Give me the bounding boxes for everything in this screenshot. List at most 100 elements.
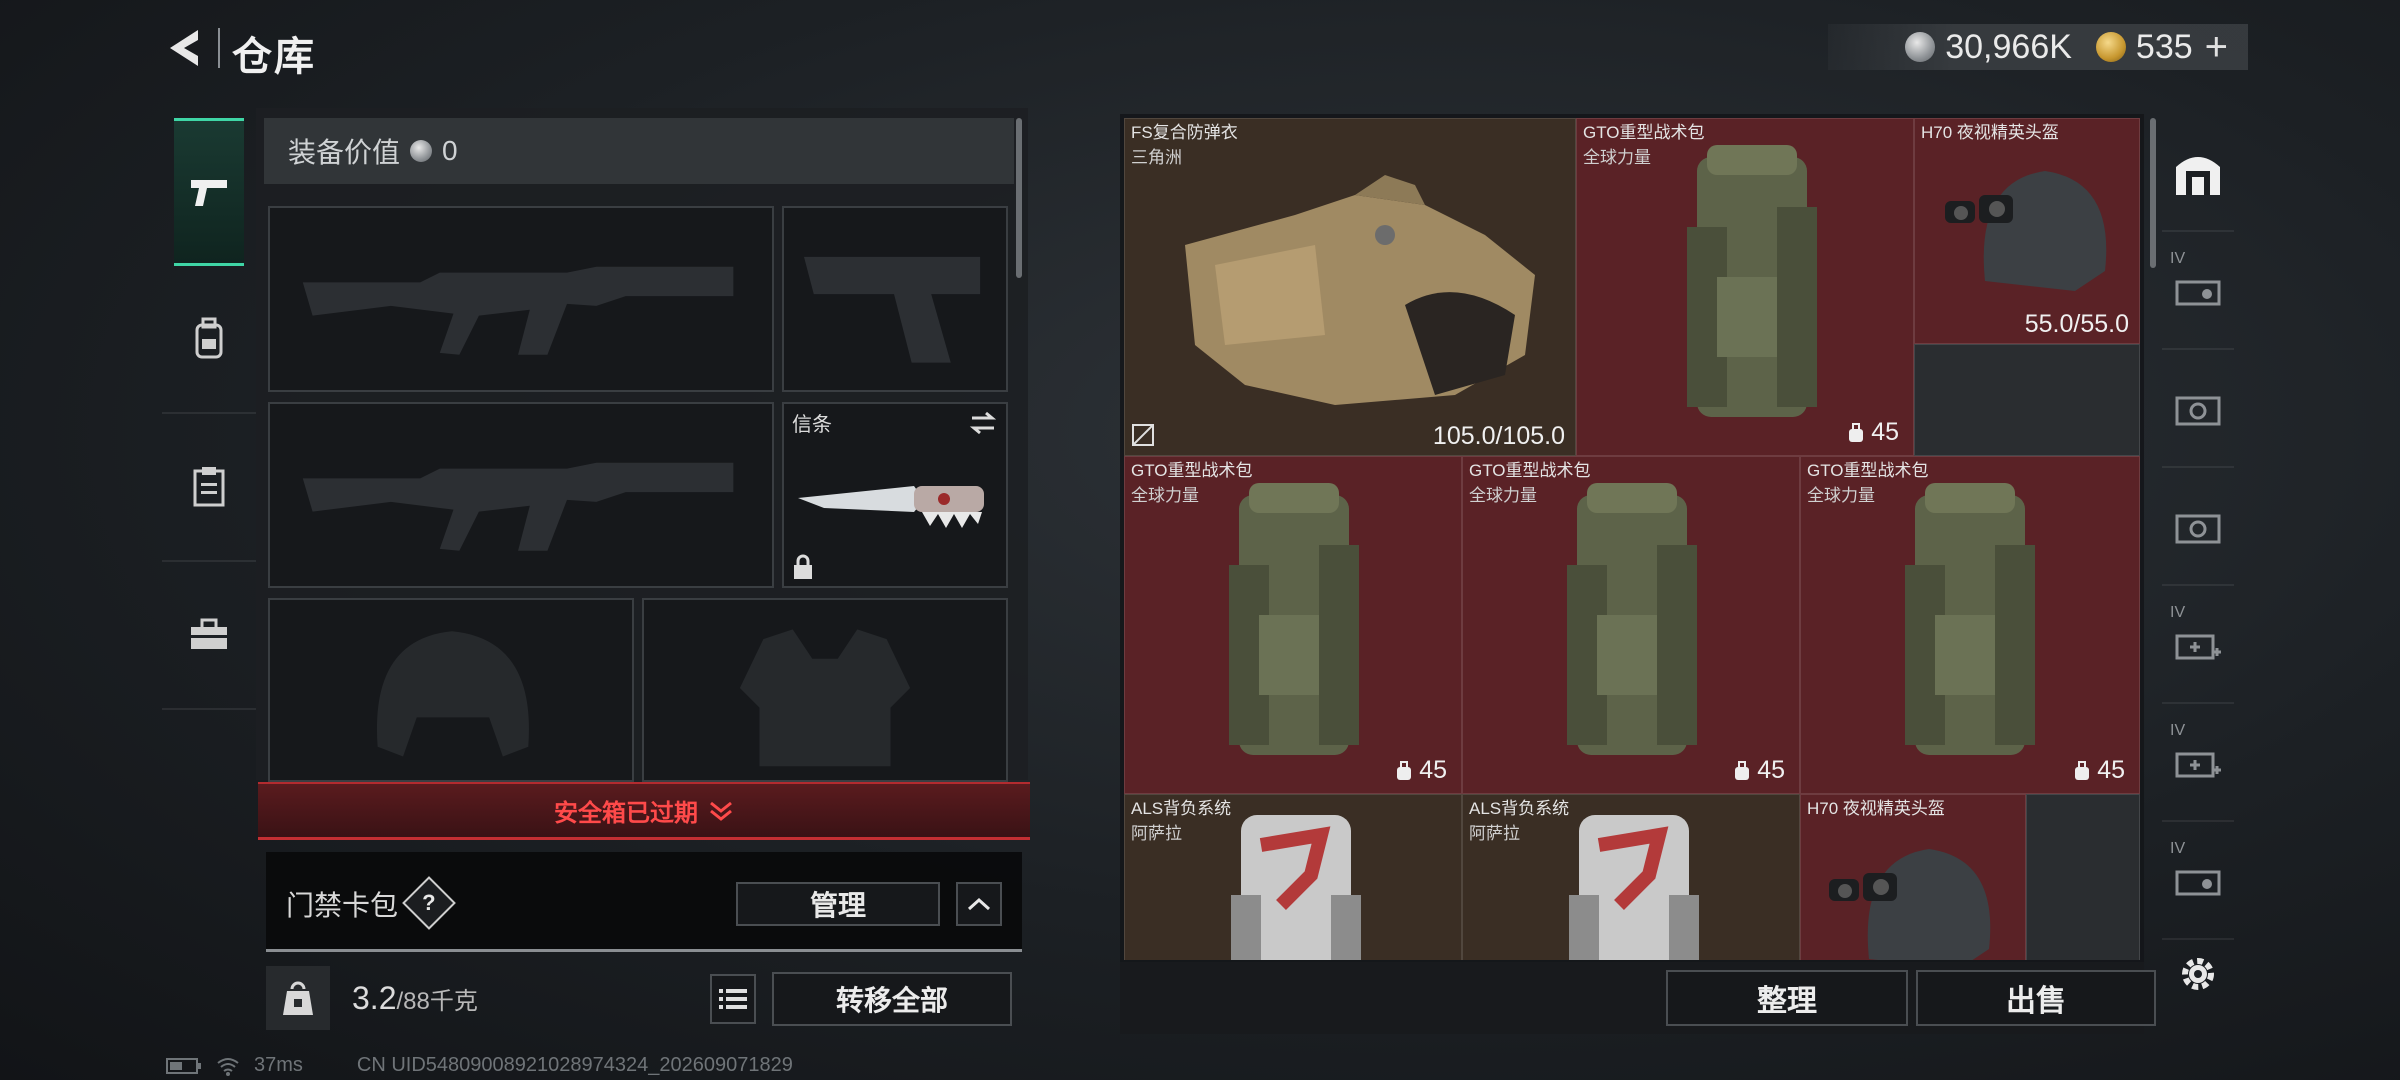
- stash-tab-4[interactable]: [2162, 468, 2234, 586]
- rifle-silhouette-icon: [302, 462, 734, 551]
- item-durability: 55.0/55.0: [2024, 310, 2129, 338]
- sort-button[interactable]: 整理: [1666, 970, 1908, 1026]
- item-name: ALS背负系统: [1469, 799, 1570, 818]
- tab-level-label: IV: [2170, 722, 2186, 739]
- item-durability: 105.0/105.0: [1432, 422, 1565, 450]
- helmet-silhouette-icon: [376, 631, 529, 757]
- keycard-label: 门禁卡包: [286, 890, 399, 921]
- silver-amount: 30,966K: [1945, 27, 2072, 66]
- stash-item-carrier[interactable]: ALS背负系统 阿萨拉: [1124, 794, 1462, 960]
- title-divider: [218, 28, 220, 68]
- stash-grid: FS复合防弹衣 三角洲 105.0/105.0 GTO重型战术包 全球力量 45: [1124, 118, 2140, 960]
- bag-capacity-icon: [1735, 760, 1750, 780]
- carry-weight: 3.2/88千克: [352, 980, 478, 1017]
- medical-tab-icon: [2175, 752, 2221, 778]
- equip-value: 0: [442, 135, 458, 166]
- stash-item-backpack[interactable]: GTO重型战术包 全球力量 45: [1462, 456, 1800, 794]
- pistol-slot[interactable]: [782, 206, 1008, 392]
- back-button[interactable]: [160, 22, 208, 74]
- stash-tab-6[interactable]: IV: [2162, 704, 2234, 822]
- tab-toolbox[interactable]: [162, 562, 256, 710]
- settings-button[interactable]: [2174, 950, 2222, 998]
- empty-cell[interactable]: [1914, 344, 2140, 456]
- item-sub: 全球力量: [1807, 486, 1875, 505]
- chevron-down-icon: [710, 801, 732, 821]
- currency-bar: 30,966K 535 +: [1828, 24, 2248, 70]
- secondary-weapon-slot[interactable]: [268, 402, 774, 588]
- bag-capacity-icon: [1849, 422, 1864, 442]
- body-armor-icon: [1185, 175, 1535, 405]
- melee-slot[interactable]: 信条: [782, 402, 1008, 588]
- stash-tab-icon: [2175, 870, 2221, 896]
- item-capacity: 45: [1395, 756, 1447, 785]
- item-name: H70 夜视精英头盔: [1807, 799, 1945, 818]
- backpack-icon: [1567, 483, 1697, 755]
- loadout-scrollbar[interactable]: [1016, 118, 1022, 278]
- stash-item-helmet[interactable]: H70 夜视精英头盔 55.0/55.0: [1914, 118, 2140, 344]
- secure-container-expired-bar[interactable]: 安全箱已过期: [258, 782, 1030, 840]
- stash-item-armor[interactable]: FS复合防弹衣 三角洲 105.0/105.0: [1124, 118, 1576, 456]
- stash-tab-bar: IV IV IV IV: [2162, 114, 2234, 1034]
- stash-tab-icon: [2175, 280, 2221, 306]
- ping-value: 37ms: [254, 1054, 303, 1076]
- tab-clipboard[interactable]: [162, 414, 256, 562]
- item-name: FS复合防弹衣: [1131, 123, 1238, 142]
- item-sub: 阿萨拉: [1131, 824, 1182, 843]
- list-icon: [719, 989, 747, 1009]
- toolbox-icon: [191, 618, 227, 649]
- helmet-icon: [1945, 171, 2107, 291]
- gear-icon: [2182, 958, 2214, 990]
- empty-cell[interactable]: [2026, 794, 2140, 960]
- gold-amount: 535: [2135, 27, 2193, 66]
- bag-capacity-icon: [1397, 760, 1412, 780]
- stash-item-carrier[interactable]: ALS背负系统 阿萨拉: [1462, 794, 1800, 960]
- manage-button[interactable]: 管理: [736, 882, 940, 926]
- item-sub: 全球力量: [1131, 486, 1199, 505]
- silver-coin-icon: [1905, 32, 1936, 62]
- item-name: ALS背负系统: [1131, 799, 1232, 818]
- knife-icon: [798, 486, 984, 528]
- camera-tab-icon: [2175, 514, 2221, 544]
- primary-weapon-slot[interactable]: [268, 206, 774, 392]
- user-uid: CN UID5480900892102897432​4_202609071829: [356, 1054, 793, 1076]
- helmet-icon: [1829, 849, 1991, 960]
- stash-tab-5[interactable]: IV: [2162, 586, 2234, 704]
- item-name: H70 夜视精英头盔: [1921, 123, 2059, 142]
- no-insure-icon: [1132, 424, 1154, 446]
- stash-item-backpack[interactable]: GTO重型战术包 全球力量 45: [1800, 456, 2140, 794]
- list-view-button[interactable]: [710, 974, 756, 1024]
- tab-level-label: IV: [2170, 840, 2186, 857]
- stash-item-backpack[interactable]: GTO重型战术包 全球力量 45: [1124, 456, 1462, 794]
- pistol-icon: [191, 180, 227, 206]
- stash-item-helmet[interactable]: H70 夜视精英头盔: [1800, 794, 2026, 960]
- pistol-silhouette-icon: [804, 256, 981, 363]
- item-sub: 全球力量: [1583, 148, 1651, 167]
- stash-scrollbar[interactable]: [2150, 118, 2156, 268]
- back-arrow-icon: [170, 30, 198, 66]
- expired-text: 安全箱已过期: [554, 800, 698, 827]
- camera-tab-icon: [2175, 396, 2221, 426]
- tab-backpack[interactable]: [162, 266, 256, 414]
- tab-level-label: IV: [2170, 250, 2186, 267]
- add-currency-button[interactable]: +: [2205, 25, 2228, 70]
- weight-value: 3.2: [352, 980, 397, 1016]
- tab-weapons[interactable]: [174, 118, 244, 266]
- stash-item-backpack[interactable]: GTO重型战术包 全球力量 45: [1576, 118, 1914, 456]
- transfer-all-button[interactable]: 转移全部: [772, 972, 1012, 1026]
- stash-tab-3[interactable]: [2162, 350, 2234, 468]
- collapse-button[interactable]: [956, 882, 1002, 926]
- sell-button[interactable]: 出售: [1916, 970, 2156, 1026]
- wifi-icon: [217, 1057, 239, 1076]
- armor-slot[interactable]: [642, 598, 1008, 782]
- tab-level-label: IV: [2170, 604, 2186, 621]
- helmet-slot[interactable]: [268, 598, 634, 782]
- page-title: 仓库: [232, 35, 316, 79]
- stash-tab-2[interactable]: IV: [2162, 232, 2234, 350]
- melee-slot-label: 信条: [792, 414, 832, 436]
- armor-silhouette-icon: [739, 629, 911, 767]
- stash-tab-main[interactable]: [2162, 114, 2234, 232]
- equipment-value-header: 装备价值 0: [264, 118, 1014, 184]
- backpack-icon: [195, 317, 223, 359]
- swap-icon[interactable]: [968, 410, 998, 436]
- stash-tab-7[interactable]: IV: [2162, 822, 2234, 940]
